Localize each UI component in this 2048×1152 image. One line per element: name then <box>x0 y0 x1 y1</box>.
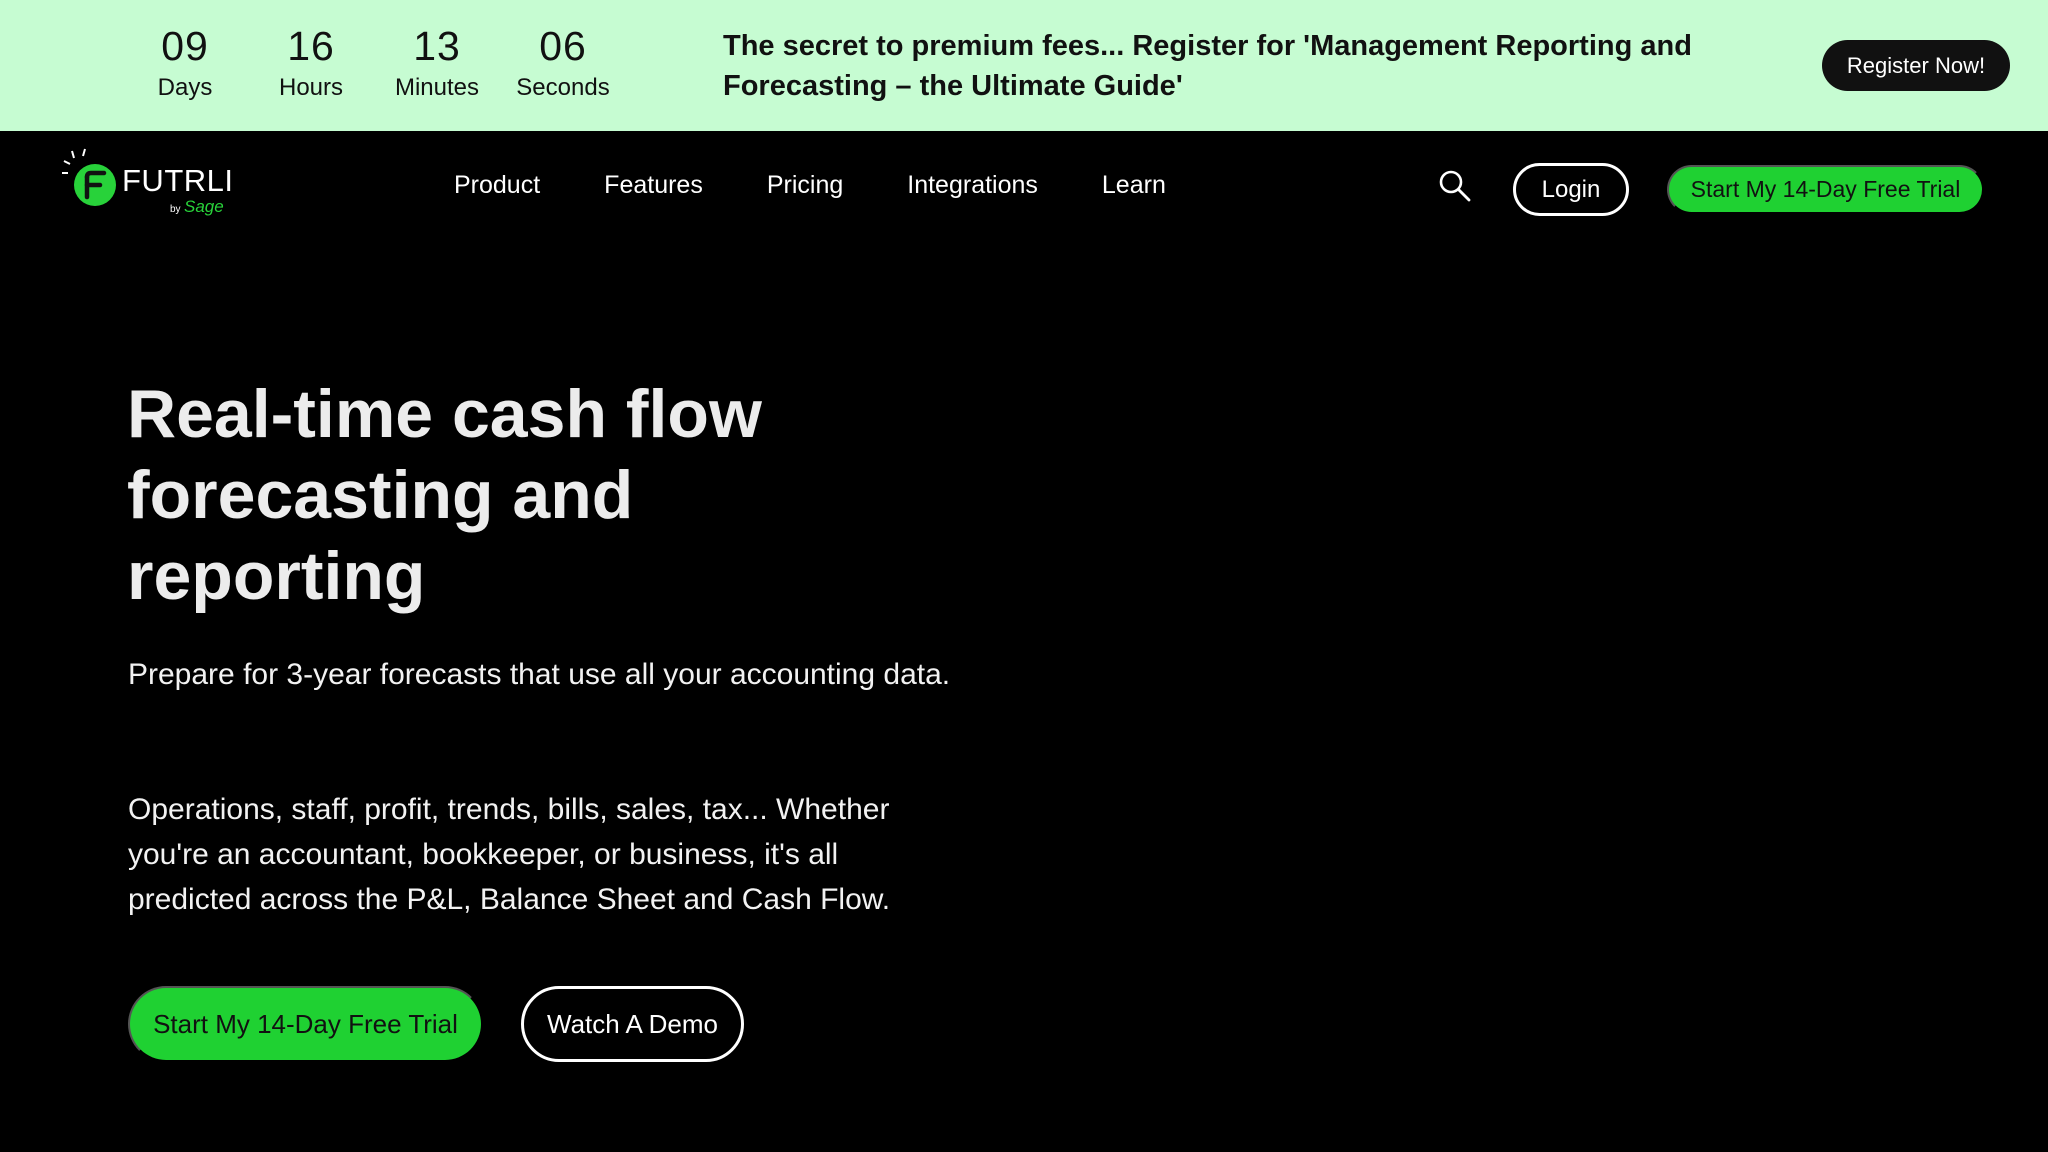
hero-paragraph-2: Operations, staff, profit, trends, bills… <box>128 793 891 916</box>
nav-item-pricing[interactable]: Pricing <box>767 171 843 200</box>
promo-text: The secret to premium fees... Register f… <box>723 30 1692 102</box>
register-now-button[interactable]: Register Now! <box>1822 40 2010 91</box>
countdown-hours-value: 16 <box>287 23 335 69</box>
nav-item-learn[interactable]: Learn <box>1102 171 1166 200</box>
countdown-hours-label: Hours <box>278 74 344 101</box>
countdown-hours: 16 Hours <box>248 22 374 104</box>
hero-title: Real-time cash flow forecasting and repo… <box>127 376 762 614</box>
countdown-timer: 09 Days 16 Hours 13 Minutes 06 Seconds <box>122 22 626 104</box>
countdown-seconds: 06 Seconds <box>500 22 626 104</box>
login-button[interactable]: Login <box>1513 163 1629 216</box>
countdown-seconds-value: 06 <box>539 23 587 69</box>
futrli-logo-icon <box>62 148 116 206</box>
countdown-days-label: Days <box>157 74 213 101</box>
promo-banner: 09 Days 16 Hours 13 Minutes 06 Seconds T… <box>0 0 2048 131</box>
nav-item-integrations[interactable]: Integrations <box>907 171 1038 200</box>
nav-item-features[interactable]: Features <box>604 171 703 200</box>
nav-free-trial-button[interactable]: Start My 14-Day Free Trial <box>1667 165 1984 214</box>
countdown-seconds-label: Seconds <box>516 74 610 101</box>
main-navigation: FUTRLI by Sage Product Features Pricing … <box>0 131 2048 246</box>
logo-wordmark: FUTRLI <box>122 163 234 198</box>
countdown-days-value: 09 <box>161 23 209 69</box>
search-icon[interactable] <box>1438 169 1472 203</box>
countdown-minutes: 13 Minutes <box>374 22 500 104</box>
watch-demo-button[interactable]: Watch A Demo <box>521 986 744 1062</box>
countdown-minutes-value: 13 <box>413 23 461 69</box>
logo-sage-text: Sage <box>184 197 224 216</box>
futrli-logo[interactable]: FUTRLI by Sage <box>60 147 240 217</box>
countdown-days: 09 Days <box>122 22 248 104</box>
logo-by-text: by <box>170 204 181 215</box>
hero-free-trial-button[interactable]: Start My 14-Day Free Trial <box>128 986 483 1062</box>
countdown-minutes-label: Minutes <box>394 74 480 101</box>
nav-menu: Product Features Pricing Integrations Le… <box>454 171 1230 200</box>
nav-item-product[interactable]: Product <box>454 171 540 200</box>
hero-paragraph-1: Prepare for 3-year forecasts that use al… <box>128 658 951 691</box>
